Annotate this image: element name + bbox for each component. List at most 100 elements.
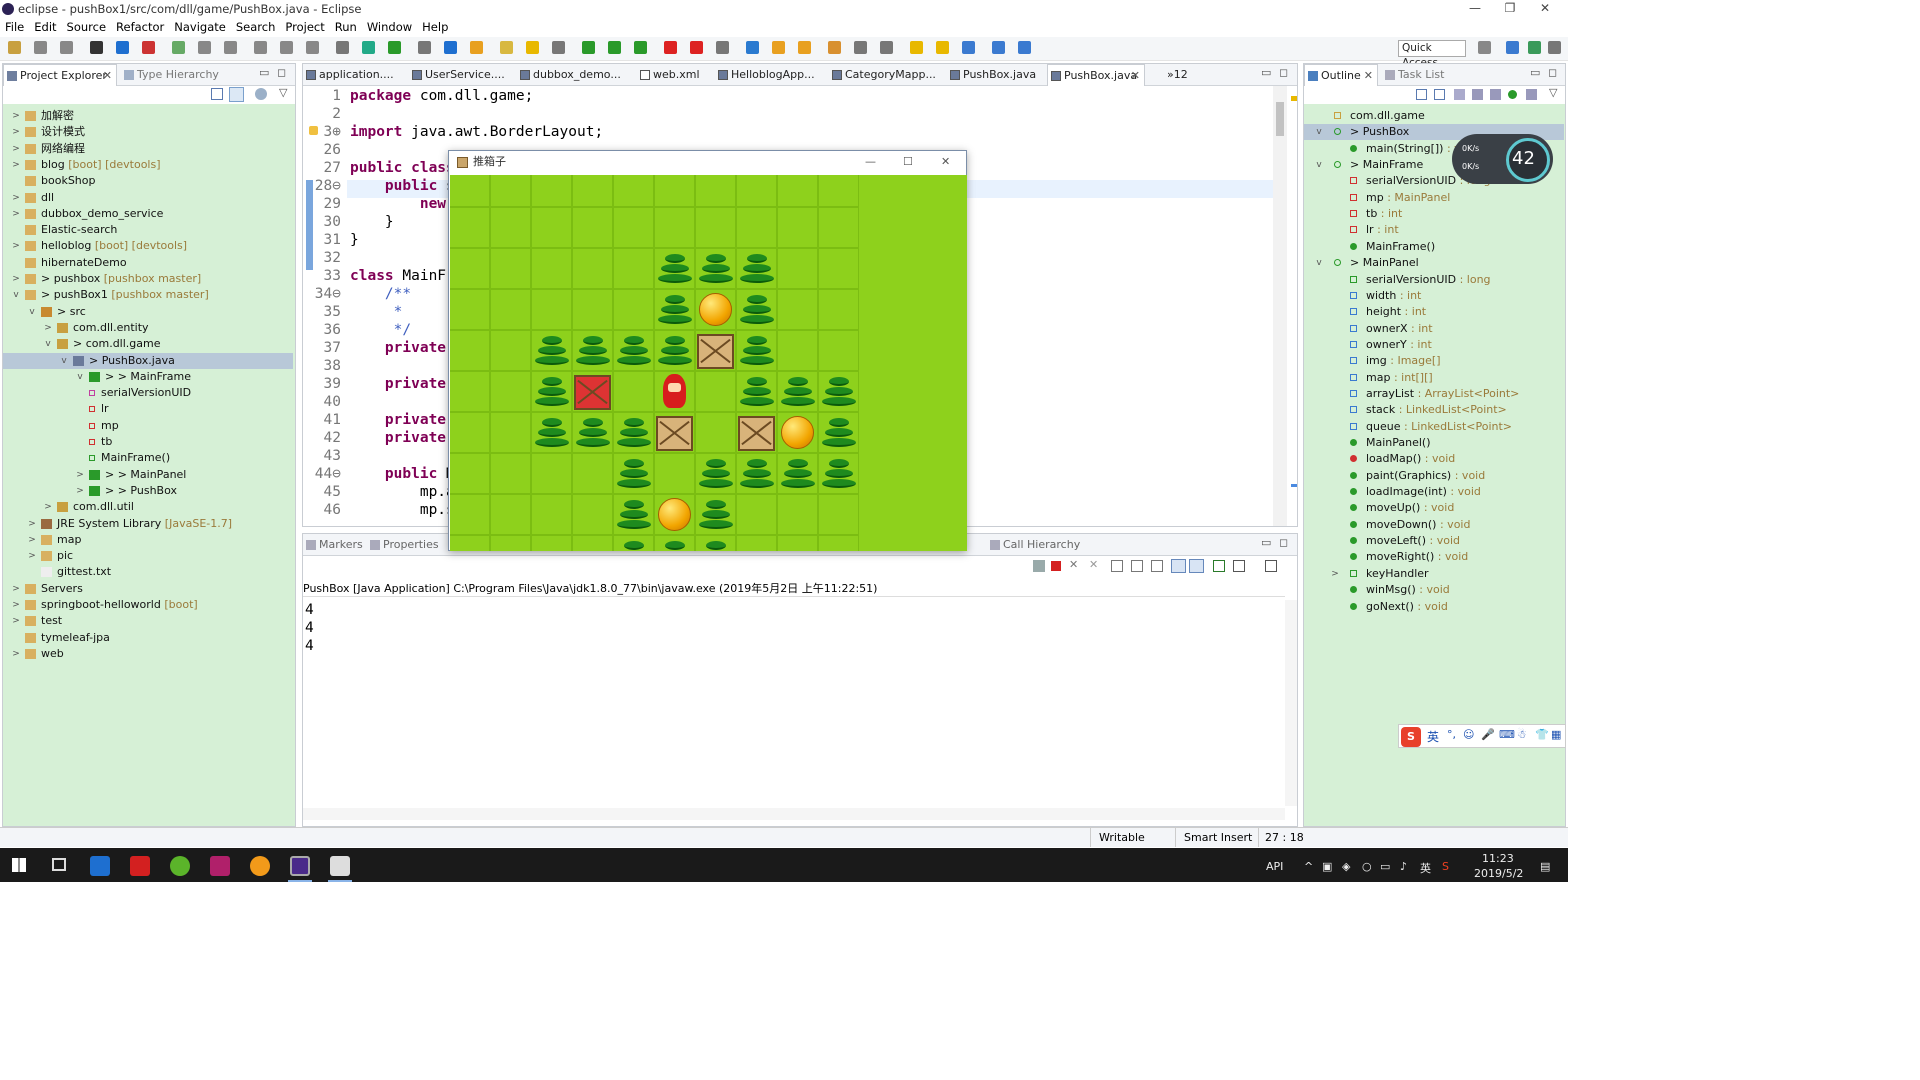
maximize-view-icon[interactable]: ◻ xyxy=(1279,66,1288,79)
editor-tab[interactable]: dubbox_demo... xyxy=(517,64,633,86)
taskbar-app-icon[interactable] xyxy=(90,856,110,876)
clock-date[interactable]: 2019/5/2 xyxy=(1474,867,1523,880)
expand-toggle-icon[interactable]: > xyxy=(11,141,21,157)
crate[interactable] xyxy=(695,330,736,371)
menu-source[interactable]: Source xyxy=(62,18,112,36)
outline-item[interactable]: ownerY : int xyxy=(1304,337,1564,353)
expand-toggle-icon[interactable]: > xyxy=(11,108,21,124)
expand-toggle-icon[interactable]: > xyxy=(11,206,21,222)
minimize-view-icon[interactable]: ▭ xyxy=(1261,66,1271,79)
expand-toggle-icon[interactable]: > xyxy=(27,516,37,532)
crate-on-goal[interactable] xyxy=(572,371,613,412)
toolbar-icon[interactable] xyxy=(280,41,293,54)
menu-refactor[interactable]: Refactor xyxy=(111,18,169,36)
expand-toggle-icon[interactable]: > xyxy=(11,613,21,629)
outline-item[interactable]: queue : LinkedList<Point> xyxy=(1304,419,1564,435)
eclipse-taskbar-icon[interactable] xyxy=(290,856,310,876)
outline-item[interactable]: img : Image[] xyxy=(1304,353,1564,369)
tree-item[interactable]: v > pushBox1 [pushbox master] xyxy=(3,287,293,303)
outline-item[interactable]: com.dll.game xyxy=(1304,108,1564,124)
toolbar-icon[interactable] xyxy=(470,41,483,54)
outline-item[interactable]: serialVersionUID : long xyxy=(1304,272,1564,288)
outline-item[interactable]: loadImage(int) : void xyxy=(1304,484,1564,500)
toolbar-icon[interactable] xyxy=(910,41,923,54)
expand-toggle-icon[interactable]: > xyxy=(11,124,21,140)
outline-item[interactable]: goNext() : void xyxy=(1304,599,1564,615)
remove-launch-icon[interactable] xyxy=(1033,560,1045,572)
api-label[interactable]: API xyxy=(1266,860,1283,873)
maximize-view-icon[interactable]: ◻ xyxy=(1279,536,1288,549)
expand-toggle-icon[interactable]: > xyxy=(11,190,21,206)
scroll-thumb[interactable] xyxy=(1276,102,1284,136)
toolbar-icon[interactable] xyxy=(116,41,129,54)
emoji-icon[interactable]: ☺ xyxy=(1463,728,1474,741)
tree-item[interactable]: > 网络编程 xyxy=(3,141,293,157)
task-view-icon[interactable] xyxy=(52,858,66,871)
toolbar-icon[interactable] xyxy=(690,41,703,54)
tree-item[interactable]: v > src xyxy=(3,304,293,320)
toolbar-icon[interactable] xyxy=(526,41,539,54)
menu-help[interactable]: Help xyxy=(417,18,453,36)
tree-item[interactable]: lr xyxy=(3,401,293,417)
toolbar-icon[interactable] xyxy=(664,41,677,54)
expand-toggle-icon[interactable]: > xyxy=(11,581,21,597)
outline-item[interactable]: winMsg() : void xyxy=(1304,582,1564,598)
link-editor-icon[interactable] xyxy=(1526,89,1537,100)
skin-icon[interactable]: 👕 xyxy=(1535,728,1549,741)
tree-item[interactable]: gittest.txt xyxy=(3,564,293,580)
network-icon[interactable]: ▣ xyxy=(1322,860,1332,873)
hide-fields-icon[interactable] xyxy=(1454,89,1465,100)
minimize-view-icon[interactable]: ▭ xyxy=(1530,66,1540,79)
editor-tab[interactable]: HelloblogApp... xyxy=(715,64,825,86)
intellij-icon[interactable] xyxy=(210,856,230,876)
expand-toggle-icon[interactable]: > xyxy=(11,646,21,662)
toolbar-icon[interactable] xyxy=(936,41,949,54)
outline-item[interactable]: moveRight() : void xyxy=(1304,549,1564,565)
menu-window[interactable]: Window xyxy=(362,18,417,36)
toolbar-icon[interactable] xyxy=(798,41,811,54)
expand-toggle-icon[interactable]: v xyxy=(11,287,21,303)
tree-item[interactable]: v > PushBox.java xyxy=(3,352,293,369)
clear-console-icon[interactable] xyxy=(1111,560,1123,572)
close-icon[interactable]: ✕ xyxy=(1364,65,1373,87)
tree-item[interactable]: > helloblog [boot] [devtools] xyxy=(3,238,293,254)
toolbar-icon[interactable] xyxy=(962,41,975,54)
player-character[interactable] xyxy=(654,371,695,412)
outline-item[interactable]: map : int[][] xyxy=(1304,370,1564,386)
open-console-icon[interactable] xyxy=(1265,560,1277,572)
toolbar-icon[interactable] xyxy=(880,41,893,54)
tree-item[interactable]: > > > PushBox xyxy=(3,483,293,499)
scroll-lock-icon[interactable] xyxy=(1131,560,1143,572)
maximize-button[interactable]: ❐ xyxy=(1495,0,1525,18)
toolbar-icon[interactable] xyxy=(60,41,73,54)
terminate-icon[interactable] xyxy=(1051,561,1061,571)
show-on-error-icon[interactable] xyxy=(1189,559,1204,573)
open-perspective-icon[interactable] xyxy=(1478,41,1491,54)
tree-item[interactable]: > JRE System Library [JavaSE-1.7] xyxy=(3,516,293,532)
remove-all-icon[interactable]: ✕ xyxy=(1069,558,1078,571)
console-hscrollbar[interactable] xyxy=(303,808,1285,820)
volume-icon[interactable]: ♪ xyxy=(1400,860,1407,873)
hide-nonpublic-icon[interactable] xyxy=(1490,89,1501,100)
expand-toggle-icon[interactable]: > xyxy=(11,597,21,613)
tree-item[interactable]: > dll xyxy=(3,190,293,206)
tree-item[interactable]: MainFrame() xyxy=(3,450,293,466)
search-tray-icon[interactable]: ○ xyxy=(1362,860,1372,873)
tree-item[interactable]: > > pushbox [pushbox master] xyxy=(3,271,293,287)
punctuation-icon[interactable]: °, xyxy=(1447,728,1456,741)
hide-local-types-icon[interactable] xyxy=(1508,90,1517,99)
link-with-editor-icon[interactable] xyxy=(229,87,244,102)
tab-type-hierarchy[interactable]: Type Hierarchy xyxy=(121,64,231,86)
toolbar-icon[interactable] xyxy=(142,41,155,54)
outline-item[interactable]: paint(Graphics) : void xyxy=(1304,468,1564,484)
menu-navigate[interactable]: Navigate xyxy=(169,18,231,36)
tab-project-explorer[interactable]: Project Explorer ✕ xyxy=(3,64,117,86)
display-icon[interactable]: ▭ xyxy=(1380,860,1390,873)
expand-toggle-icon[interactable]: v xyxy=(27,304,37,320)
minimize-button[interactable]: — xyxy=(1460,0,1490,18)
view-menu-icon[interactable]: ▽ xyxy=(1549,86,1557,99)
outline-item[interactable]: mp : MainPanel xyxy=(1304,190,1564,206)
tree-item[interactable]: > dubbox_demo_service xyxy=(3,206,293,222)
toolbox-icon[interactable]: ▦ xyxy=(1551,728,1561,741)
outline-item[interactable]: width : int xyxy=(1304,288,1564,304)
